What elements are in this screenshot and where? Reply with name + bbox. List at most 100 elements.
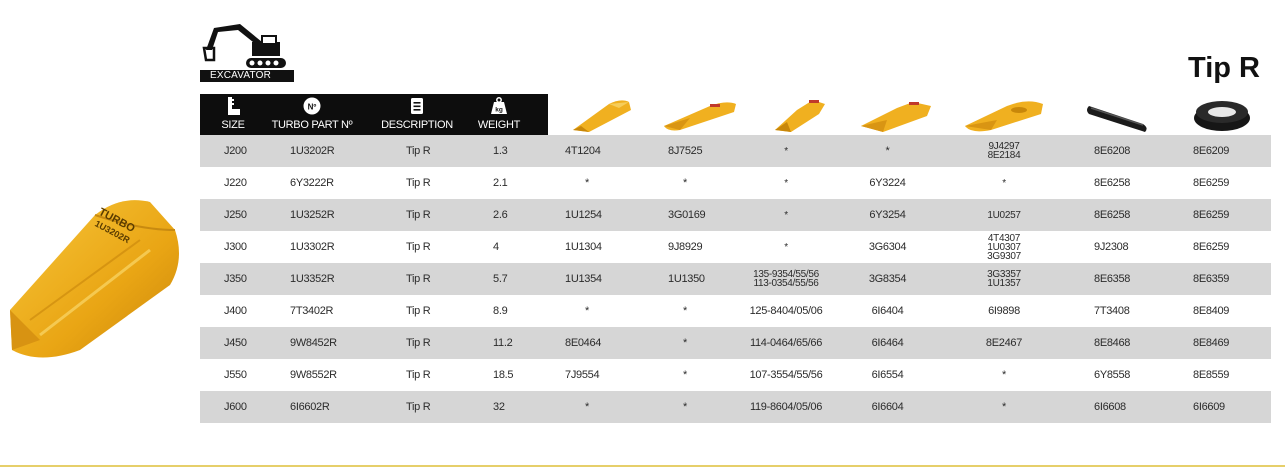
cell-description: Tip R — [406, 337, 431, 349]
number-icon-text: Nº — [308, 103, 317, 112]
cell-col5-line: 1U1357 — [987, 278, 1021, 289]
cell-col1: 1U1354 — [565, 273, 602, 285]
cell-weight: 4 — [493, 241, 499, 253]
cell-weight: 18.5 — [493, 369, 514, 381]
cell-col3-line: * — [784, 209, 788, 221]
cell-col5: 4T4307 1U0307 3G9307 — [950, 231, 1058, 263]
cell-col5-line: 8E2184 — [987, 150, 1021, 161]
cell-col7: 8E8409 — [1193, 305, 1230, 317]
cell-description: Tip R — [406, 177, 431, 189]
number-icon: Nº — [303, 97, 321, 115]
pin-icon — [1087, 106, 1147, 132]
cell-col5: 8E2467 — [950, 327, 1058, 359]
cell-description: Tip R — [406, 209, 431, 221]
ruler-icon — [228, 97, 240, 115]
header-weight: kg WEIGHT — [470, 94, 528, 135]
cell-col3-line: 107-3554/55/56 — [749, 368, 823, 381]
document-icon — [411, 98, 423, 114]
cell-col5-line: 1U0257 — [987, 209, 1021, 221]
cell-col1: * — [585, 305, 589, 317]
cell-col5: * — [950, 167, 1058, 199]
cell-part: 1U3302R — [290, 241, 335, 253]
table-row: J250 1U3252R Tip R 2.6 1U1254 3G0169 * 6… — [200, 199, 1271, 231]
cell-col6: 8E6258 — [1094, 209, 1131, 221]
cell-col5-line: 3G9307 — [987, 250, 1021, 262]
header-size: SIZE — [208, 94, 258, 135]
header-size-label: SIZE — [221, 119, 245, 131]
excavator-badge: EXCAVATOR — [200, 20, 294, 82]
column-image-tooth-4 — [847, 94, 945, 135]
cell-col5: * — [950, 359, 1058, 391]
cell-col3: 114-0464/65/66 — [740, 327, 832, 359]
cell-col5: * — [950, 391, 1058, 423]
cell-col3-line: 113-0354/55/56 — [753, 278, 819, 289]
header-description: DESCRIPTION — [372, 94, 462, 135]
cell-col5-line: * — [1002, 400, 1006, 413]
cell-weight: 2.6 — [493, 209, 508, 221]
cell-col5: 6I9898 — [950, 295, 1058, 327]
cell-col7: 8E8469 — [1193, 337, 1230, 349]
cell-col7: 8E6359 — [1193, 273, 1230, 285]
tooth-icon-4 — [861, 102, 931, 132]
cell-size: J350 — [224, 273, 247, 285]
cell-col2: 1U1350 — [668, 273, 705, 285]
cell-col1: 7J9554 — [565, 369, 600, 381]
cell-col6: 6Y8558 — [1094, 369, 1131, 381]
cell-size: J450 — [224, 337, 247, 349]
cell-col3: * — [740, 231, 832, 263]
cell-col3-line: 114-0464/65/66 — [749, 336, 823, 349]
cell-col4: 3G8354 — [868, 273, 907, 285]
cell-col2: 3G0169 — [668, 209, 706, 221]
table-row: J400 7T3402R Tip R 8.9 * * 125-8404/05/0… — [200, 295, 1271, 327]
table-row: J350 1U3352R Tip R 5.7 1U1354 1U1350 135… — [200, 263, 1271, 295]
cell-part: 9W8452R — [290, 337, 337, 349]
cell-col2: * — [683, 401, 687, 413]
column-image-pin — [1063, 94, 1173, 135]
cell-weight: 11.2 — [493, 337, 513, 349]
table-body: J200 1U3202R Tip R 1.3 4T1204 8J7525 * *… — [200, 135, 1271, 423]
cell-col4: * — [885, 145, 890, 157]
cell-col7: 8E8559 — [1193, 369, 1230, 381]
cell-col3: 107-3554/55/56 — [740, 359, 832, 391]
cell-description: Tip R — [406, 305, 431, 317]
cell-col4: 3G6304 — [868, 241, 907, 253]
retainer-icon — [1194, 101, 1250, 131]
cell-weight: 8.9 — [493, 305, 508, 317]
cell-col5-line: 8E2467 — [985, 336, 1023, 349]
cell-col3-line: * — [784, 177, 788, 189]
cell-col6: 8E6358 — [1094, 273, 1131, 285]
table-row: J550 9W8552R Tip R 18.5 7J9554 * 107-355… — [200, 359, 1271, 391]
cell-col4: 6I6604 — [871, 401, 904, 413]
cell-col7: 8E6209 — [1193, 145, 1230, 157]
tooth-icon-1 — [573, 100, 631, 132]
cell-col3: 125-8404/05/06 — [740, 295, 832, 327]
header-weight-label: WEIGHT — [477, 119, 521, 131]
cell-part: 6I6602R — [290, 401, 330, 413]
cell-col3: * — [740, 199, 832, 231]
cell-col7: 8E6259 — [1193, 209, 1230, 221]
cell-part: 6Y3222R — [290, 177, 334, 189]
tooth-icon-3 — [774, 100, 825, 132]
cell-size: J200 — [224, 145, 247, 157]
cell-col5: 3G3357 1U1357 — [950, 263, 1058, 295]
cell-col1: 1U1254 — [565, 209, 602, 221]
cell-col3: 135-9354/55/56 113-0354/55/56 — [740, 263, 832, 295]
cell-col6: 8E6208 — [1094, 145, 1131, 157]
header-description-label: DESCRIPTION — [381, 119, 453, 131]
column-image-tooth-5 — [945, 94, 1063, 135]
cell-description: Tip R — [406, 145, 431, 157]
table-header: SIZE Nº TURBO PART Nº DESCRIPTION kg WEI… — [200, 94, 1271, 135]
header-part-label: TURBO PART Nº — [271, 119, 353, 131]
cell-col6: 8E8468 — [1094, 337, 1131, 349]
cell-col7: 6I6609 — [1193, 401, 1225, 413]
cell-col2: * — [683, 177, 687, 189]
cell-col5-line: * — [1002, 177, 1006, 189]
cell-col6: 7T3408 — [1094, 305, 1130, 317]
cell-part: 1U3252R — [290, 209, 335, 221]
cell-col2: 8J7525 — [668, 145, 703, 157]
weight-icon-text: kg — [495, 107, 503, 114]
cell-col6: 8E6258 — [1094, 177, 1131, 189]
cell-col3-line: 119-8604/05/06 — [749, 400, 823, 413]
cell-col1: * — [585, 177, 589, 189]
cell-part: 7T3402R — [290, 305, 334, 317]
